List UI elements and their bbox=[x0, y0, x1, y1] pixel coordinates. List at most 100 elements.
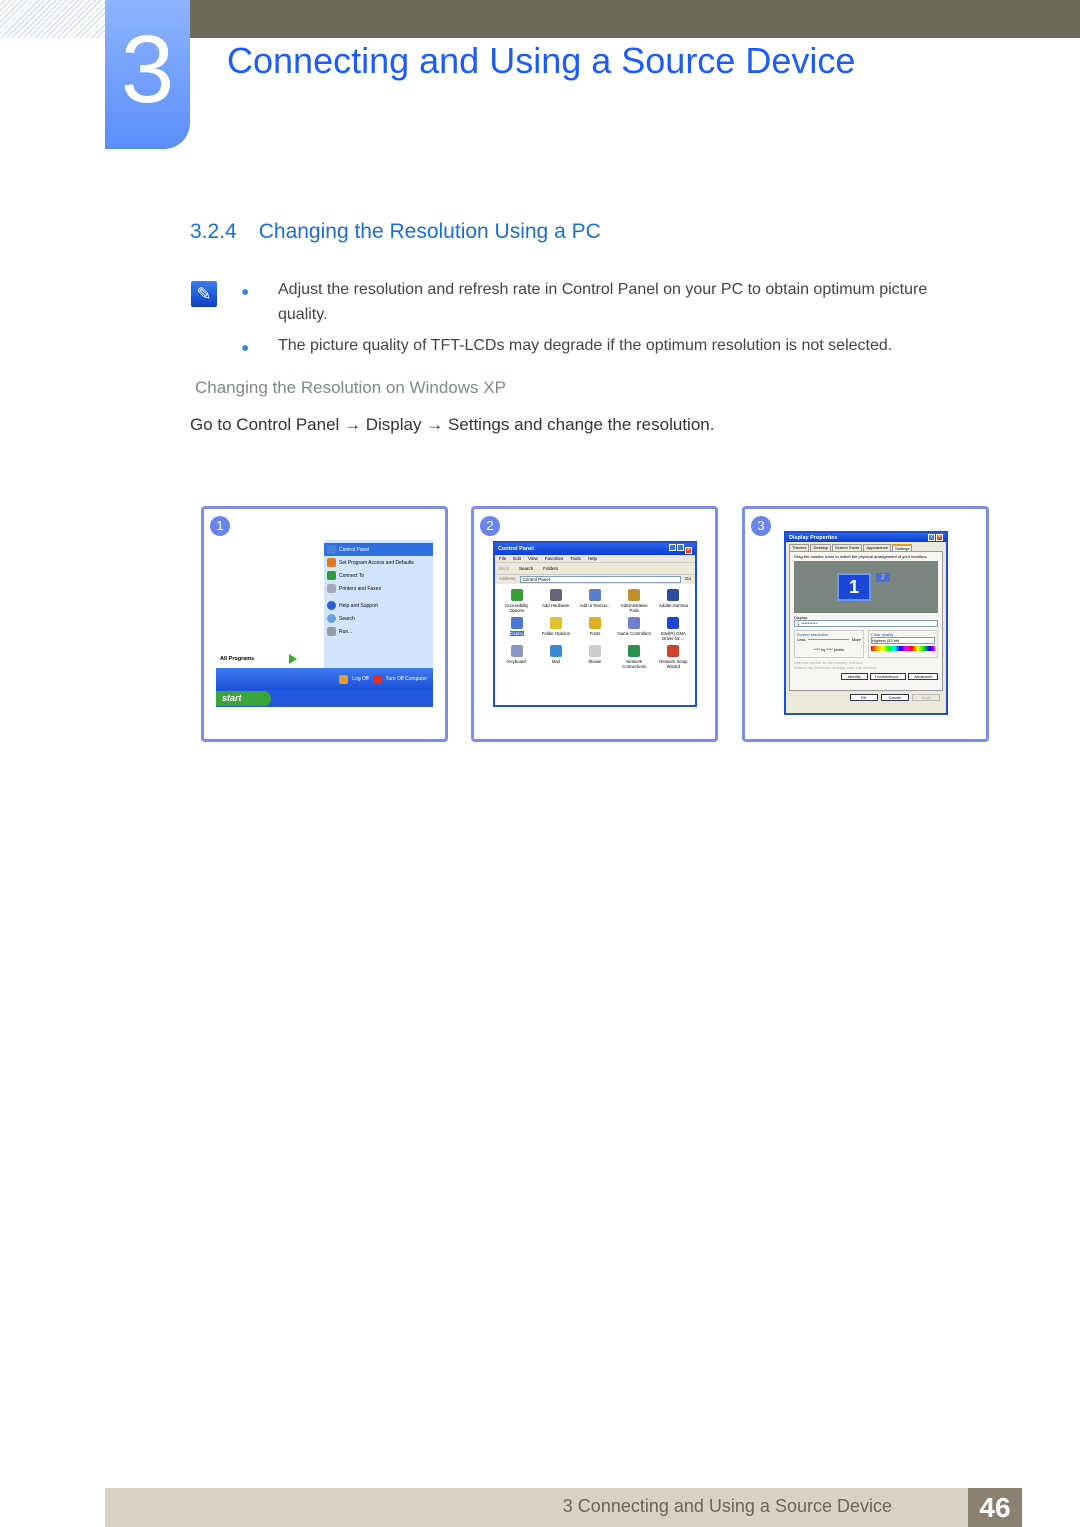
more-label: More bbox=[851, 637, 861, 642]
applet-label: Adobe Gamma bbox=[658, 603, 688, 608]
ok-button[interactable]: OK bbox=[849, 694, 878, 701]
applet-label: Fonts bbox=[589, 631, 601, 636]
control-panel-item[interactable]: Keyboard bbox=[498, 645, 535, 669]
address-label: Address bbox=[499, 576, 516, 581]
turn-off-button[interactable]: Turn Off Computer bbox=[386, 676, 427, 682]
monitor-1[interactable]: 1 bbox=[837, 573, 871, 601]
footer-chapter-title: 3 Connecting and Using a Source Device bbox=[562, 1496, 892, 1516]
troubleshoot-button[interactable]: Troubleshoot... bbox=[869, 673, 907, 680]
control-panel-item[interactable]: Intel(R) GMA Driver for ... bbox=[655, 617, 692, 641]
applet-label: Administrative Tools bbox=[620, 603, 648, 613]
start-button[interactable]: start bbox=[216, 691, 271, 706]
help-button[interactable]: ? bbox=[928, 534, 935, 541]
applet-icon bbox=[628, 645, 641, 657]
applet-icon bbox=[549, 589, 562, 601]
log-off-icon bbox=[339, 674, 349, 684]
page-number: 46 bbox=[968, 1488, 1022, 1527]
control-panel-icons: Accessibility Options Add Hardware Add or … bbox=[495, 584, 695, 674]
start-menu-item[interactable]: Set Program Access and Defaults bbox=[324, 556, 433, 569]
dialog-tab[interactable]: Screen Saver bbox=[832, 544, 863, 551]
control-panel-item[interactable]: Mouse bbox=[576, 645, 613, 669]
menu-tools[interactable]: Tools bbox=[570, 556, 581, 561]
address-bar[interactable]: Control Panel bbox=[519, 576, 681, 583]
menu-favorites[interactable]: Favorites bbox=[545, 556, 564, 561]
chapter-title: Connecting and Using a Source Device bbox=[227, 40, 856, 81]
applet-icon bbox=[667, 617, 680, 629]
control-panel-item[interactable]: Folder Options bbox=[537, 617, 574, 641]
start-menu-item[interactable]: Run... bbox=[324, 625, 433, 638]
applet-label: Keyboard bbox=[507, 659, 526, 664]
applet-icon bbox=[510, 645, 523, 657]
window-title: Control Panel bbox=[498, 546, 534, 552]
step-number: 3 bbox=[751, 516, 771, 536]
menu-help[interactable]: Help bbox=[588, 556, 597, 561]
control-panel-screenshot: Control Panel × File Edit View Favorites Tool… bbox=[493, 541, 697, 707]
advanced-button[interactable]: Advanced bbox=[908, 673, 938, 680]
folders-button[interactable]: Folders bbox=[543, 566, 558, 571]
color-quality-select[interactable]: Highest (32 bit) bbox=[871, 637, 935, 644]
apply-button[interactable]: Apply bbox=[911, 694, 940, 701]
control-panel-item[interactable]: Mail bbox=[537, 645, 574, 669]
section-number: 3.2.4 bbox=[190, 220, 237, 243]
resolution-slider[interactable] bbox=[808, 639, 849, 640]
control-panel-icon bbox=[327, 545, 336, 554]
control-panel-item[interactable]: Display bbox=[498, 617, 535, 641]
bullet-icon: ● bbox=[241, 339, 250, 355]
control-panel-item[interactable]: Adobe Gamma bbox=[655, 589, 692, 613]
dialog-tab[interactable]: Themes bbox=[789, 544, 810, 551]
control-panel-item[interactable]: Fonts bbox=[576, 617, 613, 641]
dialog-tab[interactable]: Appearance bbox=[863, 544, 891, 551]
close-button[interactable]: × bbox=[685, 547, 692, 554]
applet-icon bbox=[667, 645, 680, 657]
extend-desktop-checkbox[interactable]: Extend my Windows desktop onto this moni… bbox=[794, 665, 938, 670]
arrow-right-icon bbox=[289, 654, 297, 664]
start-menu-item[interactable]: Printers and Faxes bbox=[324, 582, 433, 595]
applet-label: Network Setup Wizard bbox=[659, 659, 688, 669]
monitor-2[interactable]: 2 bbox=[876, 573, 890, 582]
identify-button[interactable]: Identify bbox=[840, 673, 868, 680]
applet-label: Intel(R) GMA Driver for ... bbox=[660, 631, 686, 641]
maximize-button[interactable] bbox=[677, 544, 684, 551]
chapter-number: 3 bbox=[105, 0, 190, 149]
start-menu-item[interactable]: Control Panel bbox=[324, 543, 433, 556]
back-button[interactable]: Back bbox=[499, 566, 509, 571]
control-panel-item[interactable]: Network Setup Wizard bbox=[655, 645, 692, 669]
start-menu-item[interactable]: Help and Support bbox=[324, 599, 433, 612]
control-panel-item[interactable]: Network Connections bbox=[616, 645, 653, 669]
control-panel-item[interactable]: Add or Remov... bbox=[576, 589, 613, 613]
applet-icon bbox=[588, 589, 601, 601]
control-panel-item[interactable]: Accessibility Options bbox=[498, 589, 535, 613]
menu-edit[interactable]: Edit bbox=[513, 556, 521, 561]
go-button[interactable]: Go bbox=[685, 576, 691, 583]
control-panel-item[interactable]: Add Hardware bbox=[537, 589, 574, 613]
dialog-tab[interactable]: Settings bbox=[891, 544, 913, 551]
step-panel-1: 1 All Programs Control Panel Set Program… bbox=[201, 506, 448, 742]
applet-label: Folder Options bbox=[541, 631, 570, 636]
close-button[interactable]: × bbox=[936, 534, 943, 541]
start-menu-item[interactable]: Connect To bbox=[324, 569, 433, 582]
menu-view[interactable]: View bbox=[528, 556, 538, 561]
applet-label: Mail bbox=[551, 659, 560, 664]
log-off-button[interactable]: Log Off bbox=[352, 676, 368, 682]
search-button[interactable]: Search bbox=[519, 566, 533, 571]
note-bullet: Adjust the resolution and refresh rate i… bbox=[278, 281, 928, 323]
minimize-button[interactable] bbox=[669, 544, 676, 551]
cancel-button[interactable]: Cancel bbox=[880, 694, 909, 701]
program-access-icon bbox=[327, 558, 336, 567]
menu-file[interactable]: File bbox=[499, 556, 506, 561]
step-panel-3: 3 Display Properties? × Themes Desktop Scre… bbox=[742, 506, 989, 742]
note-pencil-icon: ✎ bbox=[191, 281, 217, 307]
display-select[interactable]: 1. ********** bbox=[794, 620, 938, 627]
power-icon bbox=[372, 674, 382, 684]
control-panel-item[interactable]: Game Controllers bbox=[616, 617, 653, 641]
run-icon bbox=[327, 627, 336, 636]
applet-icon bbox=[588, 617, 601, 629]
applet-icon bbox=[549, 617, 562, 629]
dialog-tab[interactable]: Desktop bbox=[810, 544, 832, 551]
less-label: Less bbox=[797, 637, 806, 642]
control-panel-item[interactable]: Administrative Tools bbox=[616, 589, 653, 613]
applet-label: Display bbox=[509, 631, 524, 636]
bullet-icon: ● bbox=[241, 283, 250, 299]
start-menu-item[interactable]: Search bbox=[324, 612, 433, 625]
applet-label: Add Hardware bbox=[542, 603, 570, 608]
